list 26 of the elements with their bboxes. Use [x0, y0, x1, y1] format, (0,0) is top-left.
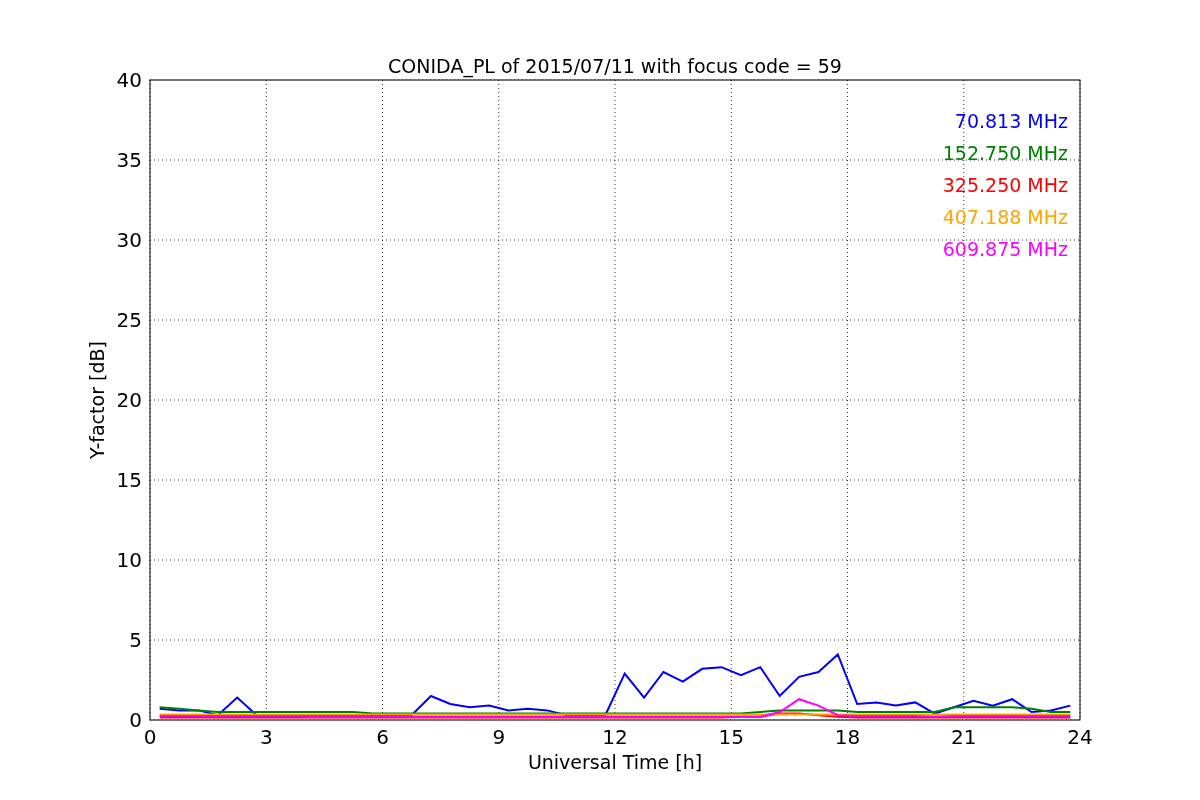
- y-tick-label: 35: [116, 148, 142, 172]
- legend-label: 70.813 MHz: [954, 110, 1068, 132]
- chart-title: CONIDA_PL of 2015/07/11 with focus code = 59: [388, 55, 842, 77]
- x-tick-label: 9: [492, 725, 506, 749]
- x-tick-label: 24: [1067, 725, 1093, 749]
- legend-label: 325.250 MHz: [942, 174, 1068, 196]
- y-tick-label: 40: [116, 68, 142, 92]
- x-tick-label: 18: [834, 725, 861, 749]
- y-tick-label: 10: [116, 548, 142, 572]
- legend-label: 407.188 MHz: [942, 206, 1068, 228]
- x-tick-label: 21: [951, 725, 977, 749]
- x-tick-label: 3: [259, 725, 273, 749]
- y-tick-label: 25: [116, 308, 142, 332]
- x-tick-label: 15: [718, 725, 744, 749]
- y-tick-label: 30: [116, 228, 142, 252]
- y-tick-label: 20: [116, 388, 142, 412]
- y-tick-label: 5: [129, 628, 142, 652]
- x-tick-label: 0: [143, 725, 157, 749]
- x-axis-label: Universal Time [h]: [527, 751, 703, 773]
- legend-label: 152.750 MHz: [942, 142, 1068, 164]
- y-tick-label: 0: [129, 708, 142, 732]
- x-tick-label: 12: [602, 725, 628, 749]
- y-tick-label: 15: [116, 468, 142, 492]
- legend-label: 609.875 MHz: [942, 238, 1068, 260]
- y-axis-label: Y-factor [dB]: [86, 341, 108, 459]
- x-tick-label: 6: [376, 725, 389, 749]
